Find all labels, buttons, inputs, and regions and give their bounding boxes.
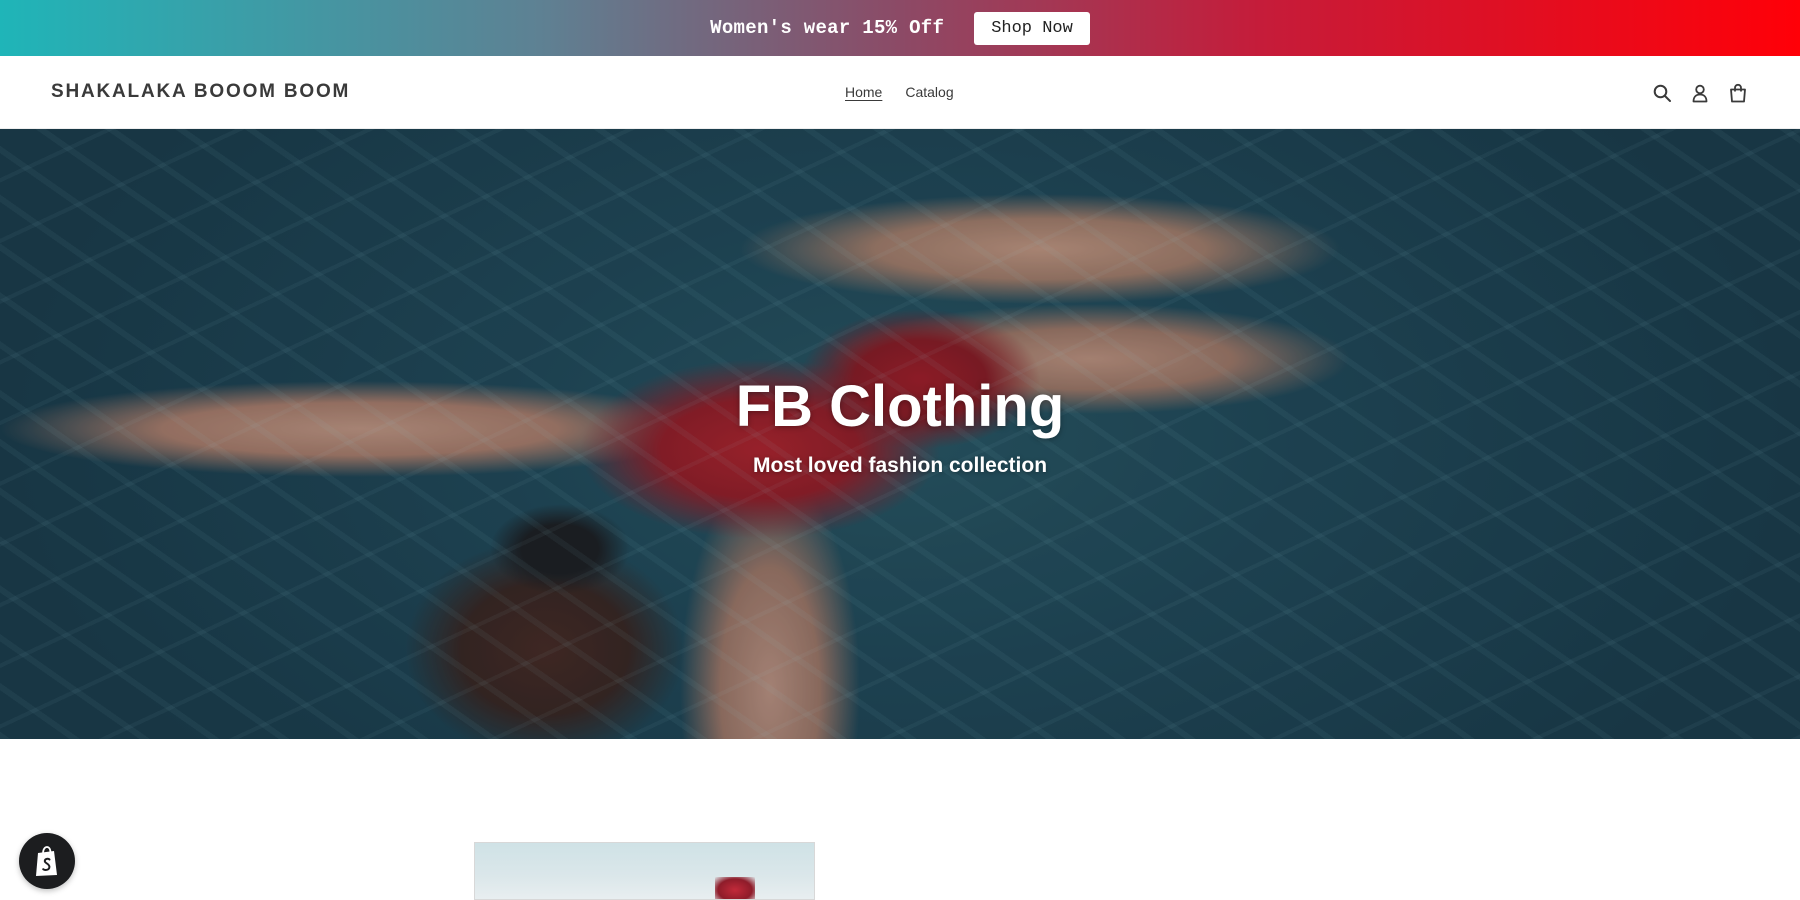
nav-item-catalog[interactable]: Catalog	[905, 84, 953, 100]
product-image-detail	[715, 877, 755, 899]
hero-subtitle: Most loved fashion collection	[752, 453, 1048, 477]
site-header: SHAKALAKA BOOOM BOOM Home Catalog	[0, 56, 1800, 129]
search-icon[interactable]	[1651, 82, 1672, 103]
announcement-text: Women's wear 15% Off	[710, 17, 945, 39]
shop-now-button[interactable]: Shop Now	[974, 11, 1090, 45]
account-icon[interactable]	[1689, 82, 1710, 103]
cart-icon[interactable]	[1727, 82, 1748, 103]
hero-content: FB Clothing Most loved fashion collectio…	[0, 129, 1800, 739]
main-nav: Home Catalog	[845, 84, 954, 100]
nav-item-home[interactable]: Home	[845, 84, 882, 100]
store-logo[interactable]: SHAKALAKA BOOOM BOOM	[51, 81, 350, 103]
shopify-bag-icon[interactable]	[19, 833, 75, 889]
announcement-bar: Women's wear 15% Off Shop Now	[0, 0, 1800, 56]
header-icons	[1651, 82, 1748, 103]
product-image[interactable]	[474, 842, 815, 900]
hero-banner: FB Clothing Most loved fashion collectio…	[0, 129, 1800, 739]
hero-title: FB Clothing	[735, 373, 1065, 439]
